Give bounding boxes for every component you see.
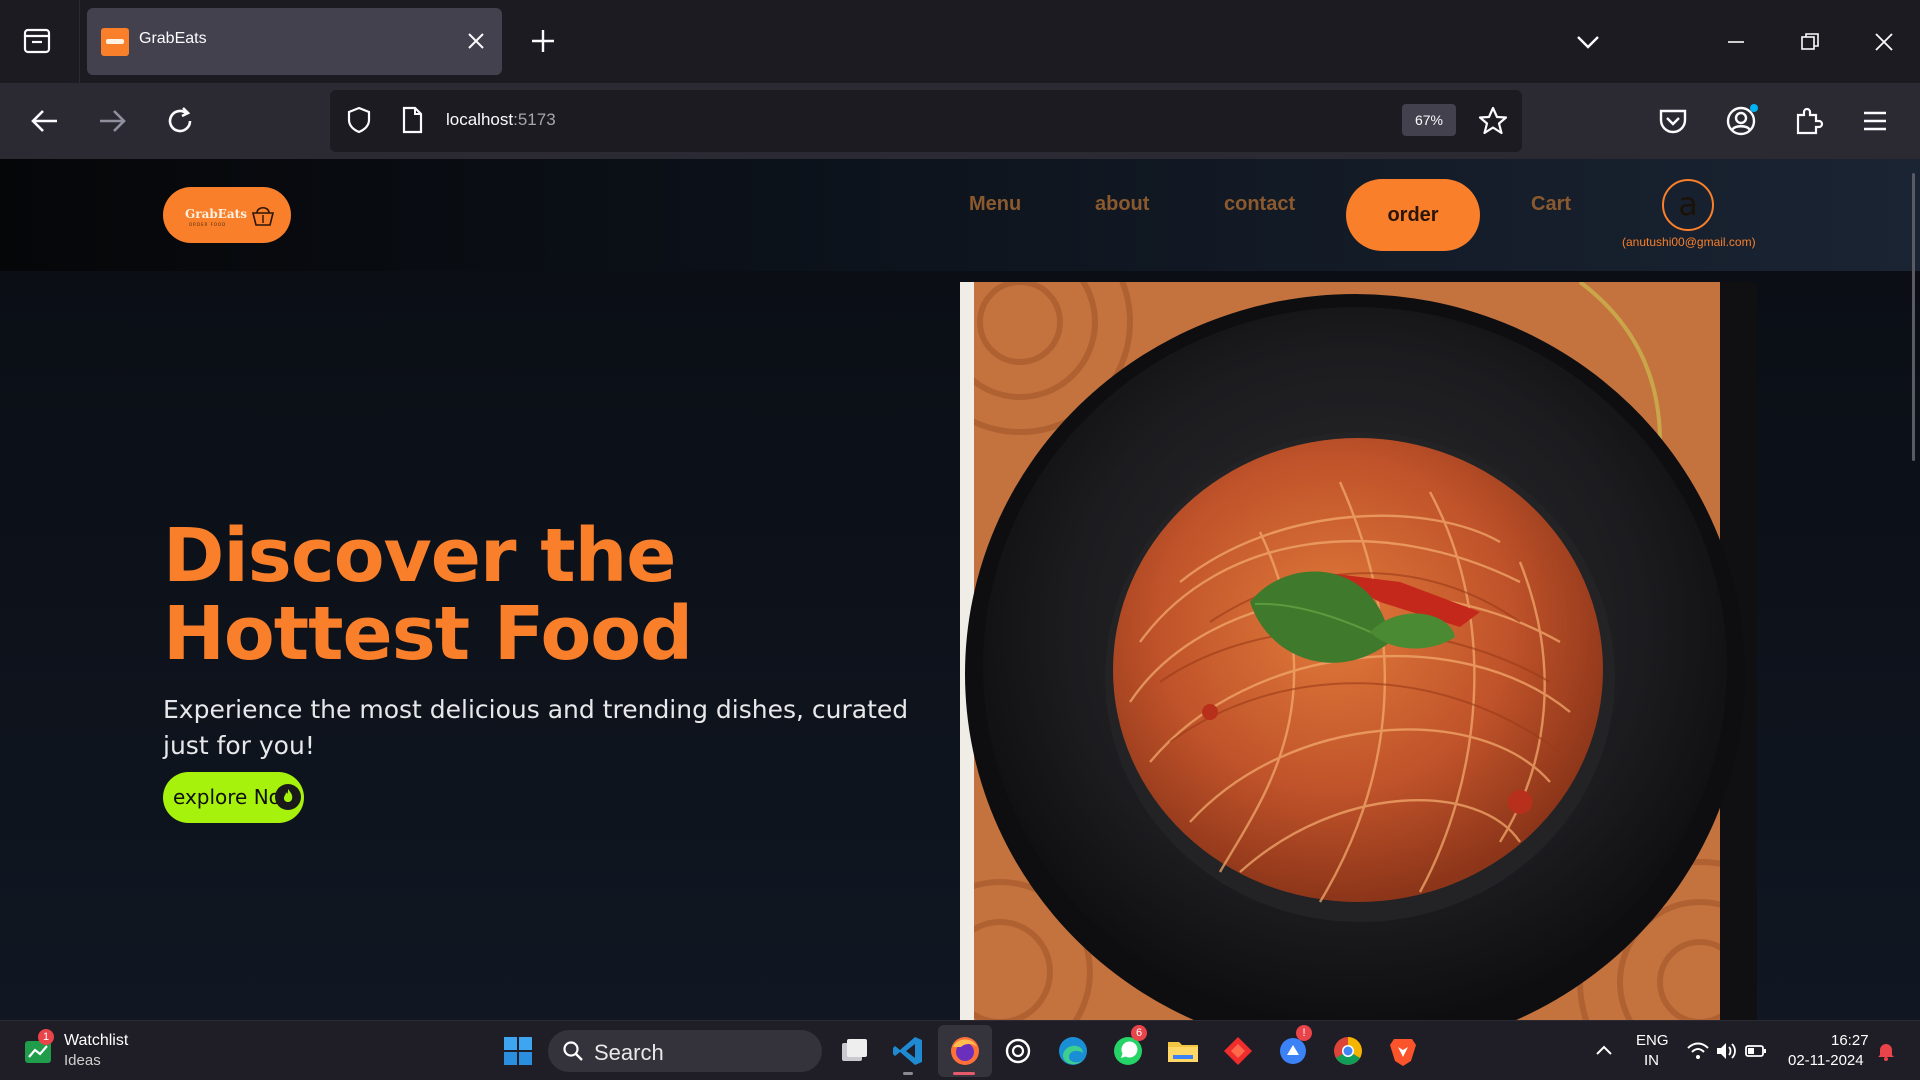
favicon-icon xyxy=(101,28,129,56)
hero-title: Discover the Hottest Food xyxy=(163,513,693,677)
watchlist-badge: 1 xyxy=(38,1029,54,1045)
shield-icon[interactable] xyxy=(343,104,375,136)
windows-taskbar: 1 Watchlist Ideas Search 6 ! ENG IN 16:2… xyxy=(0,1020,1920,1080)
restore-icon[interactable] xyxy=(1790,22,1830,62)
tab-list-chevron-icon[interactable] xyxy=(1568,22,1608,62)
reload-icon[interactable] xyxy=(160,101,200,141)
url-text[interactable]: localhost:5173 xyxy=(446,110,556,130)
search-label: Search xyxy=(594,1040,664,1065)
explore-now-button[interactable]: explore Now xyxy=(163,772,304,823)
file-explorer-icon[interactable] xyxy=(1165,1033,1201,1069)
close-window-icon[interactable] xyxy=(1864,22,1904,62)
url-bar[interactable]: localhost:5173 67% xyxy=(330,90,1522,152)
clock-date[interactable]: 02-11-2024 xyxy=(1788,1052,1864,1069)
close-tab-icon[interactable] xyxy=(464,29,488,53)
language-indicator[interactable]: ENG xyxy=(1636,1032,1669,1049)
back-icon[interactable] xyxy=(25,101,65,141)
show-hidden-icons-chevron-icon[interactable] xyxy=(1590,1037,1618,1065)
account-icon[interactable] xyxy=(1721,101,1761,141)
logo-text: GrabEats xyxy=(185,207,247,221)
watchlist-subtitle: Ideas xyxy=(64,1052,101,1069)
zoom-level-badge[interactable]: 67% xyxy=(1402,104,1456,136)
page-viewport: GrabEats ORDER FOOD Menu about contact o… xyxy=(0,159,1920,1020)
windows-start-icon[interactable] xyxy=(500,1033,536,1069)
food-basket-icon xyxy=(249,201,277,229)
notification-bell-icon[interactable] xyxy=(1874,1039,1898,1063)
whatsapp-badge: 6 xyxy=(1131,1025,1147,1041)
taskbar-search-input[interactable]: Search xyxy=(548,1030,822,1072)
chatgpt-icon[interactable] xyxy=(1000,1033,1036,1069)
firefox-icon[interactable] xyxy=(947,1033,983,1069)
active-indicator xyxy=(903,1072,913,1075)
order-button[interactable]: order xyxy=(1346,179,1480,251)
divider xyxy=(79,0,80,83)
nav-link-about[interactable]: about xyxy=(1095,193,1149,216)
battery-icon[interactable] xyxy=(1744,1039,1768,1063)
watchlist-title[interactable]: Watchlist xyxy=(64,1032,128,1050)
volume-icon[interactable] xyxy=(1714,1039,1738,1063)
vscode-icon[interactable] xyxy=(890,1033,926,1069)
url-port: :5173 xyxy=(513,110,556,129)
chrome-icon[interactable] xyxy=(1330,1033,1366,1069)
clock-time[interactable]: 16:27 xyxy=(1831,1032,1869,1049)
alert-badge: ! xyxy=(1296,1025,1312,1041)
active-indicator xyxy=(953,1072,975,1075)
brave-icon[interactable] xyxy=(1385,1033,1421,1069)
task-view-icon[interactable] xyxy=(836,1033,872,1069)
logo-subtext: ORDER FOOD xyxy=(189,222,227,227)
page-info-icon[interactable] xyxy=(396,104,428,136)
tab-grabeats[interactable]: GrabEats xyxy=(87,8,502,75)
menu-hamburger-icon[interactable] xyxy=(1855,101,1895,141)
tab-bar: GrabEats xyxy=(0,0,1920,83)
tab-title: GrabEats xyxy=(139,30,207,47)
avatar[interactable]: a xyxy=(1662,179,1714,231)
site-header: GrabEats ORDER FOOD Menu about contact o… xyxy=(0,159,1920,271)
site-logo[interactable]: GrabEats ORDER FOOD xyxy=(163,187,291,243)
firefox-view-icon[interactable] xyxy=(20,24,54,58)
extensions-icon[interactable] xyxy=(1789,101,1829,141)
region-indicator: IN xyxy=(1644,1052,1659,1069)
new-tab-icon[interactable] xyxy=(526,24,560,58)
anydesk-icon[interactable] xyxy=(1220,1033,1256,1069)
nav-link-contact[interactable]: contact xyxy=(1224,193,1295,216)
flame-icon xyxy=(275,784,301,810)
search-icon xyxy=(562,1040,584,1062)
bookmark-star-icon[interactable] xyxy=(1476,104,1510,138)
wifi-icon[interactable] xyxy=(1686,1039,1710,1063)
hero-subtitle: Experience the most delicious and trendi… xyxy=(163,695,909,760)
minimize-icon[interactable] xyxy=(1716,22,1756,62)
forward-icon[interactable] xyxy=(92,101,132,141)
edge-icon[interactable] xyxy=(1055,1033,1091,1069)
user-email: (anutushi00@gmail.com) xyxy=(1622,235,1756,249)
navigation-toolbar: localhost:5173 67% xyxy=(0,83,1920,159)
page-scrollbar[interactable] xyxy=(1912,173,1915,461)
spaghetti-dish-image xyxy=(960,282,1757,1020)
nav-link-cart[interactable]: Cart xyxy=(1531,193,1571,216)
nav-link-menu[interactable]: Menu xyxy=(969,193,1021,216)
pocket-icon[interactable] xyxy=(1653,101,1693,141)
